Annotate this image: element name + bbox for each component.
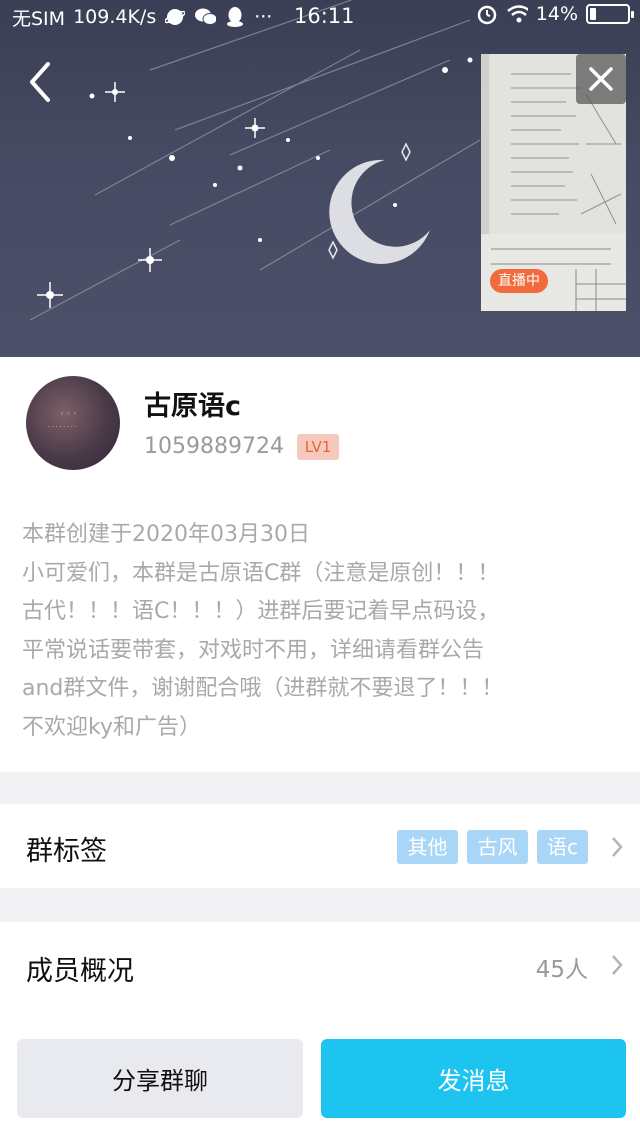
section-divider [0, 772, 640, 804]
share-group-button[interactable]: 分享群聊 [17, 1039, 303, 1118]
description-line: 不欢迎ky和广告） [22, 714, 201, 740]
battery-percent: 14% [535, 3, 578, 25]
tag-chip: 古风 [467, 830, 528, 864]
group-number: 1059889724 [144, 434, 284, 459]
close-icon [589, 67, 613, 91]
share-group-label: 分享群聊 [112, 1067, 208, 1095]
chevron-right-icon [612, 955, 623, 975]
description-line: and群文件，谢谢配合哦（进群就不要退了！！！ [22, 676, 504, 701]
group-profile-screen: 无SIM 109.4K/s ··· 16:11 14% 直播中 ◦ ◦ ◦ · … [0, 0, 640, 1139]
browser-icon [164, 6, 186, 28]
battery-icon [586, 4, 634, 24]
chevron-left-icon [30, 62, 50, 102]
member-count: 45人 [535, 957, 588, 983]
live-badge: 直播中 [490, 269, 548, 293]
tag-chip: 语c [537, 830, 588, 864]
group-avatar[interactable]: ◦ ◦ ◦ · · · · · · · · [26, 376, 120, 470]
clock: 16:11 [294, 4, 355, 28]
wifi-icon [506, 3, 528, 25]
more-notifications: ··· [254, 6, 273, 28]
carrier-label: 无SIM [12, 7, 66, 30]
send-message-label: 发消息 [437, 1067, 510, 1095]
send-message-button[interactable]: 发消息 [321, 1039, 626, 1118]
status-bar: 无SIM 109.4K/s ··· 16:11 14% [0, 0, 640, 34]
tags-row-label: 群标签 [26, 836, 107, 867]
description-line: 古代！！！语C！！！）进群后要记着早点码设， [22, 599, 500, 624]
qq-icon [224, 6, 246, 28]
tag-chip: 其他 [397, 830, 458, 864]
group-description: 本群创建于2020年03月30日 小可爱们，本群是古原语C群（注意是原创！！！ … [22, 516, 622, 747]
network-speed: 109.4K/s [73, 6, 157, 28]
members-row-label: 成员概况 [26, 956, 134, 987]
wechat-icon [194, 6, 217, 28]
alarm-icon [476, 3, 498, 25]
chevron-right-icon [612, 837, 623, 857]
created-date: 本群创建于2020年03月30日 [22, 522, 310, 547]
back-button[interactable] [22, 58, 62, 106]
description-line: 小可爱们，本群是古原语C群（注意是原创！！！ [22, 560, 500, 586]
close-live-button[interactable] [576, 54, 626, 104]
level-badge: LV1 [297, 434, 339, 460]
group-name: 古原语c [144, 391, 242, 422]
section-divider [0, 888, 640, 922]
description-line: 平常说话要带套，对戏时不用，详细请看群公告 [22, 637, 485, 663]
